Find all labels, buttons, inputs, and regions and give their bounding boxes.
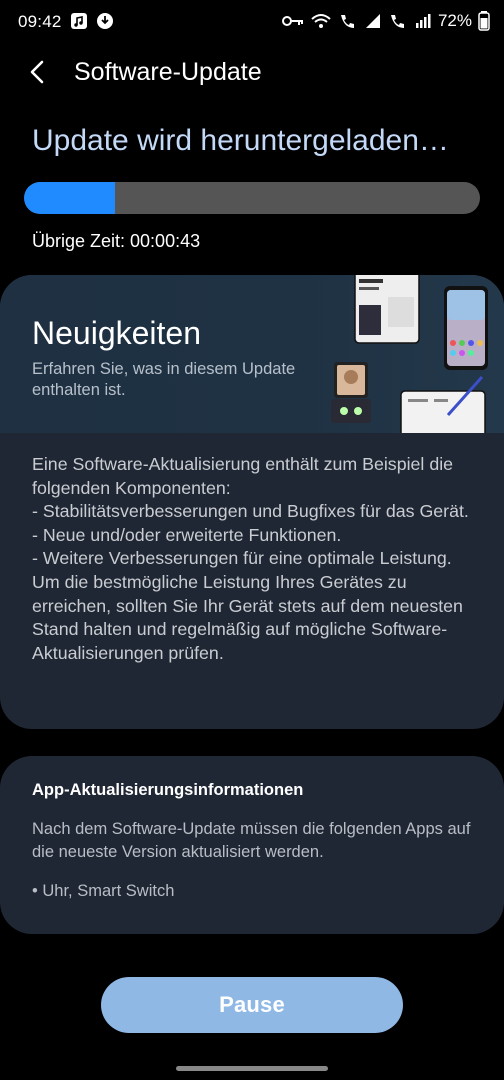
tablet-illustration <box>354 275 420 344</box>
update-notification-icon <box>97 13 113 29</box>
remaining-time: Übrige Zeit: 00:00:43 <box>32 231 201 251</box>
wifi-icon <box>311 14 331 28</box>
news-body: Eine Software-Aktualisierung enthält zum… <box>32 454 469 663</box>
battery-level: 72% <box>437 11 472 30</box>
foldable-illustration <box>331 362 371 423</box>
battery-icon <box>478 11 490 31</box>
notification-icons <box>70 12 114 30</box>
page-title: Software-Update <box>74 58 262 86</box>
download-progress-bar <box>24 182 480 214</box>
news-title: Neuigkeiten <box>32 315 201 351</box>
status-time: 09:42 <box>18 12 62 31</box>
signal-2-icon <box>415 14 431 28</box>
download-status-title: Update wird heruntergeladen… <box>32 124 449 157</box>
music-notification-icon <box>71 13 87 29</box>
home-indicator[interactable] <box>176 1066 328 1071</box>
system-icons: 72% <box>281 11 490 31</box>
app-info-list: • Uhr, Smart Switch <box>32 882 175 900</box>
news-card: Neuigkeiten Erfahren Sie, was in diesem … <box>0 275 504 729</box>
tablet-pen-illustration <box>400 375 486 433</box>
download-progress-fill <box>24 182 116 214</box>
app-info-title: App-Aktualisierungsinformationen <box>32 781 304 799</box>
key-icon <box>281 16 303 26</box>
app-header: Software-Update <box>0 50 504 96</box>
phone-illustration <box>444 286 488 370</box>
pause-button[interactable]: Pause <box>101 977 403 1033</box>
volte-call-icon <box>390 15 404 28</box>
back-arrow-icon[interactable] <box>22 54 54 90</box>
wifi-call-icon <box>340 15 354 28</box>
app-update-info-card: App-Aktualisierungsinformationen Nach de… <box>0 756 504 934</box>
status-bar: 09:42 72% <box>0 0 504 44</box>
signal-1-icon <box>365 14 380 28</box>
app-info-text: Nach dem Software-Update müssen die folg… <box>32 820 471 861</box>
news-banner: Neuigkeiten Erfahren Sie, was in diesem … <box>0 275 504 433</box>
news-subtitle: Erfahren Sie, was in diesem Update entha… <box>32 360 296 399</box>
